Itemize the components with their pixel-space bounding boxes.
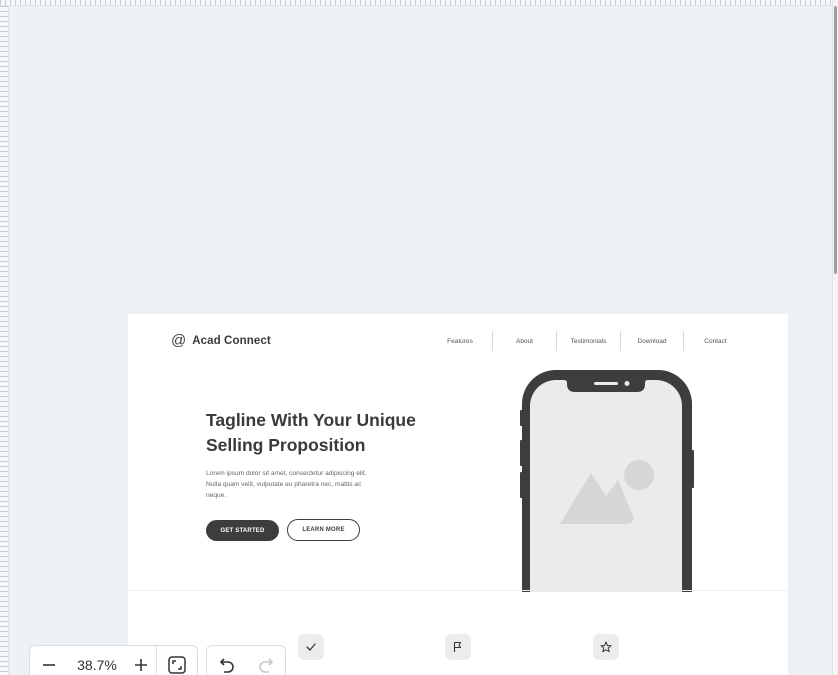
horizontal-ruler — [0, 0, 838, 6]
section-divider — [128, 590, 788, 591]
nav-item-features[interactable]: Features — [428, 331, 492, 351]
zoom-level[interactable]: 38.7% — [68, 657, 126, 673]
nav-item-about[interactable]: About — [493, 331, 556, 351]
vertical-scrollbar[interactable] — [832, 0, 838, 675]
get-started-button[interactable]: GET STARTED — [206, 520, 279, 541]
check-icon — [306, 643, 316, 651]
fit-to-screen-button[interactable] — [157, 645, 197, 675]
brand-name: Acad Connect — [192, 334, 271, 347]
star-icon — [600, 641, 612, 653]
feature-icon-check — [298, 634, 324, 660]
scrollbar-thumb[interactable] — [834, 6, 837, 274]
phone-mockup — [520, 370, 694, 592]
flag-icon — [453, 641, 462, 652]
zoom-in-button[interactable] — [126, 645, 156, 675]
history-toolbar — [206, 645, 286, 675]
learn-more-button[interactable]: LEARN MORE — [287, 519, 360, 541]
redo-icon — [259, 658, 274, 673]
nav-item-testimonials[interactable]: Testimonials — [557, 331, 620, 351]
at-sign-icon: @ — [171, 332, 187, 349]
hero-title: Tagline With Your Unique Selling Proposi… — [206, 410, 416, 455]
hero-description: Lorem ipsum dolor sit amet, consectetur … — [206, 470, 367, 499]
zoom-toolbar: 38.7% — [29, 645, 198, 675]
undo-button[interactable] — [207, 645, 247, 675]
feature-icon-flag — [445, 634, 471, 660]
undo-icon — [219, 658, 234, 673]
minus-icon — [43, 664, 55, 666]
feature-icon-star — [593, 634, 619, 660]
artboard-landing-page[interactable]: @ Acad Connect Features About Testimonia… — [128, 314, 788, 675]
plus-icon — [135, 659, 147, 671]
nav-item-contact[interactable]: Contact — [684, 331, 747, 351]
vertical-ruler — [0, 6, 9, 675]
nav-item-download[interactable]: Download — [621, 331, 683, 351]
nav-menu: Features About Testimonials Download Con… — [428, 331, 747, 351]
fit-screen-icon — [168, 656, 186, 674]
redo-button[interactable] — [247, 645, 285, 675]
brand: @ Acad Connect — [171, 333, 271, 348]
zoom-out-button[interactable] — [30, 645, 68, 675]
